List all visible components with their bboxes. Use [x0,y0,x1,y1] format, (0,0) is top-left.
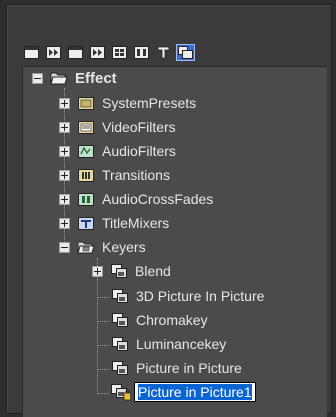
collapse-toggle[interactable] [32,72,43,84]
toolbar-button-8[interactable] [176,43,195,61]
tree-label-chromakey: Chromakey [136,312,208,328]
keyer-item-icon [110,335,130,353]
audio-crossfade-icon [76,190,96,208]
keyer-item-icon [110,359,130,377]
tree-label-keyers: Keyers [102,239,146,255]
arrows-icon [90,45,105,59]
tree-label-blend: Blend [135,263,171,279]
expand-toggle[interactable] [59,169,70,181]
tree-node-pip1-editing[interactable]: Picture in Picture1 [110,381,256,403]
toolbar-button-6[interactable] [132,44,151,61]
effect-toolbar [22,42,195,62]
grid-icon [112,45,127,59]
tree-label-pip: Picture in Picture [136,360,242,376]
toolbar-button-2[interactable] [44,44,63,61]
audio-filter-icon [76,142,96,160]
effect-icon [178,45,193,59]
rename-input-text: Picture in Picture1 [138,384,252,400]
expand-toggle[interactable] [59,97,70,109]
grid-icon [134,45,149,59]
tree-line-luma [97,345,109,346]
tree-line-3d [97,297,109,298]
tree-label-effect: Effect [75,69,117,87]
toolbar-button-4[interactable] [88,44,107,61]
toolbar-button-1[interactable] [22,44,41,61]
keyer-item-icon [110,311,130,329]
tree-label-3d-pip: 3D Picture In Picture [136,288,265,304]
panel-icon [24,45,39,59]
tree-node-transitions[interactable]: Transitions [59,164,170,186]
rename-input[interactable]: Picture in Picture1 [134,382,256,402]
tree-node-luminancekey[interactable]: Luminancekey [110,333,226,355]
collapse-toggle[interactable] [59,241,70,253]
tree-node-audiocrossfades[interactable]: AudioCrossFades [59,188,213,210]
tree-node-effect[interactable]: Effect [32,67,117,89]
title-mixer-icon [76,214,96,232]
tree-node-titlemixers[interactable]: TitleMixers [59,212,169,234]
tree-label-luminancekey: Luminancekey [136,336,227,352]
tree-node-audiofilters[interactable]: AudioFilters [59,140,176,162]
expand-toggle[interactable] [92,265,103,277]
video-filter-icon [76,118,96,136]
tree-node-systempresets[interactable]: SystemPresets [59,92,196,114]
tree-node-blend[interactable]: Blend [92,260,171,282]
text-icon [157,46,170,58]
folder-preset-icon [76,94,96,112]
arrows-icon [46,45,61,59]
user-preset-icon [110,383,130,401]
tree-label-videofilters: VideoFilters [102,119,176,135]
expand-toggle[interactable] [59,145,70,157]
tree-label-transitions: Transitions [102,167,170,183]
panel-icon [68,45,83,59]
keyer-item-icon [110,287,130,305]
tree-line-pip [97,369,109,370]
toolbar-button-7[interactable] [154,44,173,61]
tree-node-keyers[interactable]: Keyers [59,236,146,258]
tree-label-systempresets: SystemPresets [102,95,197,111]
tree-node-videofilters[interactable]: VideoFilters [59,116,176,138]
expand-toggle[interactable] [59,217,70,229]
tree-label-titlemixers: TitleMixers [102,215,170,231]
folder-open-icon [49,69,69,87]
tree-label-audiofilters: AudioFilters [102,143,176,159]
tree-label-audiocrossfades: AudioCrossFades [102,191,214,207]
tree-line-pip1 [97,393,109,394]
tree-line-chroma [97,321,109,322]
tree-node-pip[interactable]: Picture in Picture [110,357,242,379]
expand-toggle[interactable] [59,193,70,205]
toolbar-button-5[interactable] [110,44,129,61]
tree-node-3d-pip[interactable]: 3D Picture In Picture [110,285,264,307]
toolbar-button-3[interactable] [66,44,85,61]
tree-node-chromakey[interactable]: Chromakey [110,309,208,331]
keyer-item-icon [109,262,129,280]
transition-icon [76,166,96,184]
expand-toggle[interactable] [59,121,70,133]
keyer-folder-icon [76,238,96,256]
